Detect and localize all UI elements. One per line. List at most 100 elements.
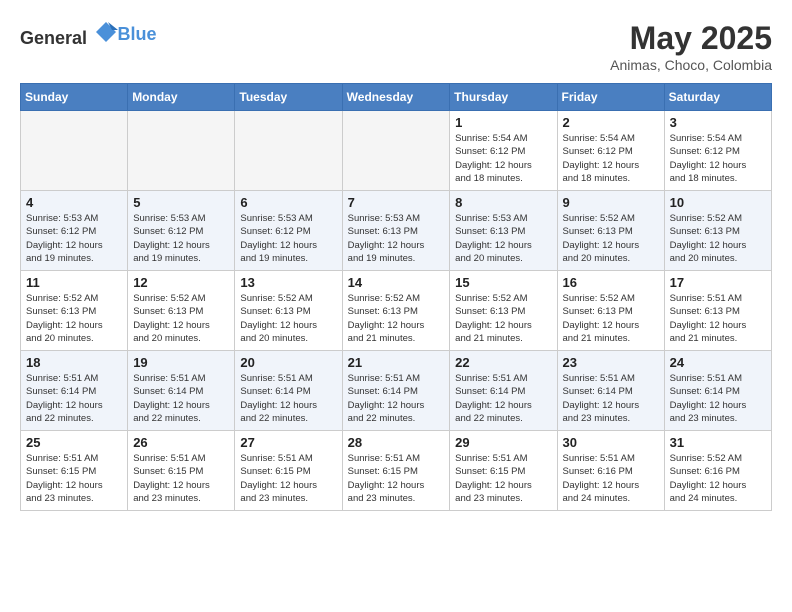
day-number: 10 (670, 195, 766, 210)
day-number: 29 (455, 435, 551, 450)
weekday-header-monday: Monday (128, 84, 235, 111)
calendar-cell: 28 Sunrise: 5:51 AM Sunset: 6:15 PM Dayli… (342, 431, 450, 511)
day-info: Sunrise: 5:53 AM Sunset: 6:12 PM Dayligh… (240, 212, 336, 265)
calendar-header-row: SundayMondayTuesdayWednesdayThursdayFrid… (21, 84, 772, 111)
day-info: Sunrise: 5:52 AM Sunset: 6:13 PM Dayligh… (26, 292, 122, 345)
weekday-header-sunday: Sunday (21, 84, 128, 111)
day-number: 19 (133, 355, 229, 370)
day-number: 11 (26, 275, 122, 290)
day-number: 8 (455, 195, 551, 210)
calendar-cell (21, 111, 128, 191)
calendar-cell (128, 111, 235, 191)
day-info: Sunrise: 5:53 AM Sunset: 6:13 PM Dayligh… (455, 212, 551, 265)
calendar-cell: 16 Sunrise: 5:52 AM Sunset: 6:13 PM Dayli… (557, 271, 664, 351)
day-info: Sunrise: 5:51 AM Sunset: 6:15 PM Dayligh… (455, 452, 551, 505)
weekday-header-saturday: Saturday (664, 84, 771, 111)
weekday-header-tuesday: Tuesday (235, 84, 342, 111)
weekday-header-wednesday: Wednesday (342, 84, 450, 111)
day-info: Sunrise: 5:52 AM Sunset: 6:13 PM Dayligh… (563, 292, 659, 345)
day-number: 7 (348, 195, 445, 210)
calendar-cell: 31 Sunrise: 5:52 AM Sunset: 6:16 PM Dayli… (664, 431, 771, 511)
day-number: 4 (26, 195, 122, 210)
title-area: May 2025 Animas, Choco, Colombia (610, 20, 772, 73)
calendar-week-1: 1Sunrise: 5:54 AM Sunset: 6:12 PM Daylig… (21, 111, 772, 191)
day-number: 12 (133, 275, 229, 290)
day-number: 31 (670, 435, 766, 450)
day-info: Sunrise: 5:51 AM Sunset: 6:14 PM Dayligh… (133, 372, 229, 425)
day-info: Sunrise: 5:51 AM Sunset: 6:14 PM Dayligh… (26, 372, 122, 425)
calendar-week-5: 25 Sunrise: 5:51 AM Sunset: 6:15 PM Dayli… (21, 431, 772, 511)
calendar-cell (342, 111, 450, 191)
calendar-title: May 2025 (610, 20, 772, 57)
day-info: Sunrise: 5:51 AM Sunset: 6:14 PM Dayligh… (455, 372, 551, 425)
day-number: 24 (670, 355, 766, 370)
day-info: Sunrise: 5:54 AM Sunset: 6:12 PM Dayligh… (670, 132, 766, 185)
calendar-cell: 30 Sunrise: 5:51 AM Sunset: 6:16 PM Dayli… (557, 431, 664, 511)
day-info: Sunrise: 5:53 AM Sunset: 6:12 PM Dayligh… (26, 212, 122, 265)
calendar-cell: 1Sunrise: 5:54 AM Sunset: 6:12 PM Daylig… (450, 111, 557, 191)
calendar-cell: 27 Sunrise: 5:51 AM Sunset: 6:15 PM Dayli… (235, 431, 342, 511)
calendar-table: SundayMondayTuesdayWednesdayThursdayFrid… (20, 83, 772, 511)
calendar-cell (235, 111, 342, 191)
day-number: 3 (670, 115, 766, 130)
calendar-cell: 29 Sunrise: 5:51 AM Sunset: 6:15 PM Dayli… (450, 431, 557, 511)
day-info: Sunrise: 5:51 AM Sunset: 6:14 PM Dayligh… (670, 372, 766, 425)
day-number: 30 (563, 435, 659, 450)
day-number: 15 (455, 275, 551, 290)
weekday-header-thursday: Thursday (450, 84, 557, 111)
calendar-cell: 18 Sunrise: 5:51 AM Sunset: 6:14 PM Dayli… (21, 351, 128, 431)
calendar-cell: 3 Sunrise: 5:54 AM Sunset: 6:12 PM Daylig… (664, 111, 771, 191)
day-number: 18 (26, 355, 122, 370)
day-info: Sunrise: 5:52 AM Sunset: 6:13 PM Dayligh… (348, 292, 445, 345)
day-info: Sunrise: 5:53 AM Sunset: 6:12 PM Dayligh… (133, 212, 229, 265)
day-number: 17 (670, 275, 766, 290)
day-info: Sunrise: 5:52 AM Sunset: 6:13 PM Dayligh… (563, 212, 659, 265)
day-info: Sunrise: 5:52 AM Sunset: 6:13 PM Dayligh… (670, 212, 766, 265)
day-number: 23 (563, 355, 659, 370)
day-info: Sunrise: 5:51 AM Sunset: 6:15 PM Dayligh… (133, 452, 229, 505)
day-info: Sunrise: 5:51 AM Sunset: 6:16 PM Dayligh… (563, 452, 659, 505)
day-number: 28 (348, 435, 445, 450)
calendar-cell: 12 Sunrise: 5:52 AM Sunset: 6:13 PM Dayli… (128, 271, 235, 351)
calendar-cell: 5Sunrise: 5:53 AM Sunset: 6:12 PM Daylig… (128, 191, 235, 271)
calendar-cell: 14 Sunrise: 5:52 AM Sunset: 6:13 PM Dayli… (342, 271, 450, 351)
day-number: 13 (240, 275, 336, 290)
day-info: Sunrise: 5:54 AM Sunset: 6:12 PM Dayligh… (563, 132, 659, 185)
day-number: 16 (563, 275, 659, 290)
day-number: 27 (240, 435, 336, 450)
calendar-cell: 22 Sunrise: 5:51 AM Sunset: 6:14 PM Dayli… (450, 351, 557, 431)
logo: General Blue (20, 20, 157, 49)
day-info: Sunrise: 5:51 AM Sunset: 6:14 PM Dayligh… (563, 372, 659, 425)
weekday-header-friday: Friday (557, 84, 664, 111)
calendar-cell: 6 Sunrise: 5:53 AM Sunset: 6:12 PM Daylig… (235, 191, 342, 271)
day-info: Sunrise: 5:52 AM Sunset: 6:16 PM Dayligh… (670, 452, 766, 505)
calendar-cell: 10 Sunrise: 5:52 AM Sunset: 6:13 PM Dayli… (664, 191, 771, 271)
day-number: 21 (348, 355, 445, 370)
logo-icon (94, 20, 118, 44)
day-info: Sunrise: 5:51 AM Sunset: 6:13 PM Dayligh… (670, 292, 766, 345)
day-number: 6 (240, 195, 336, 210)
calendar-cell: 7Sunrise: 5:53 AM Sunset: 6:13 PM Daylig… (342, 191, 450, 271)
day-info: Sunrise: 5:52 AM Sunset: 6:13 PM Dayligh… (455, 292, 551, 345)
calendar-cell: 25 Sunrise: 5:51 AM Sunset: 6:15 PM Dayli… (21, 431, 128, 511)
calendar-cell: 26 Sunrise: 5:51 AM Sunset: 6:15 PM Dayli… (128, 431, 235, 511)
calendar-cell: 15 Sunrise: 5:52 AM Sunset: 6:13 PM Dayli… (450, 271, 557, 351)
calendar-body: 1Sunrise: 5:54 AM Sunset: 6:12 PM Daylig… (21, 111, 772, 511)
day-number: 14 (348, 275, 445, 290)
calendar-cell: 2Sunrise: 5:54 AM Sunset: 6:12 PM Daylig… (557, 111, 664, 191)
day-number: 20 (240, 355, 336, 370)
day-info: Sunrise: 5:51 AM Sunset: 6:15 PM Dayligh… (240, 452, 336, 505)
calendar-cell: 17 Sunrise: 5:51 AM Sunset: 6:13 PM Dayli… (664, 271, 771, 351)
header: General Blue May 2025 Animas, Choco, Col… (20, 20, 772, 73)
day-number: 22 (455, 355, 551, 370)
day-number: 26 (133, 435, 229, 450)
day-info: Sunrise: 5:52 AM Sunset: 6:13 PM Dayligh… (133, 292, 229, 345)
day-number: 25 (26, 435, 122, 450)
calendar-cell: 13Sunrise: 5:52 AM Sunset: 6:13 PM Dayli… (235, 271, 342, 351)
calendar-cell: 4 Sunrise: 5:53 AM Sunset: 6:12 PM Daylig… (21, 191, 128, 271)
calendar-week-3: 11 Sunrise: 5:52 AM Sunset: 6:13 PM Dayli… (21, 271, 772, 351)
day-info: Sunrise: 5:51 AM Sunset: 6:15 PM Dayligh… (26, 452, 122, 505)
calendar-cell: 19 Sunrise: 5:51 AM Sunset: 6:14 PM Dayli… (128, 351, 235, 431)
day-info: Sunrise: 5:51 AM Sunset: 6:15 PM Dayligh… (348, 452, 445, 505)
calendar-cell: 11 Sunrise: 5:52 AM Sunset: 6:13 PM Dayli… (21, 271, 128, 351)
